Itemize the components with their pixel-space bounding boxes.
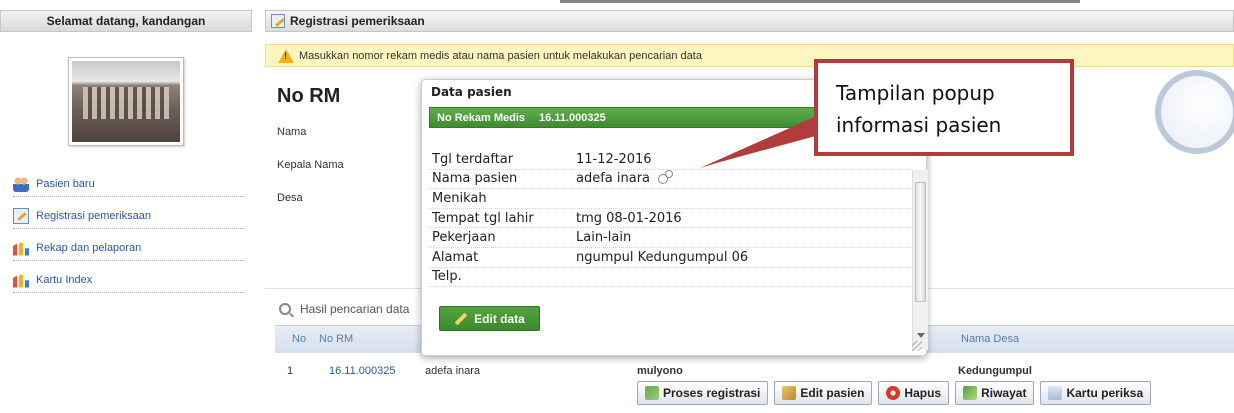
bar-chart-icon (13, 242, 29, 256)
cropped-top-text (0, 0, 1234, 4)
detail-label: Nama pasien (432, 171, 518, 187)
chevron-down-icon[interactable] (917, 333, 925, 338)
alert-text: Masukkan nomor rekam medis atau nama pas… (299, 49, 702, 62)
sidebar-item-registrasi[interactable]: Registrasi pemeriksaan (13, 197, 245, 229)
detail-value: Lain-lain (576, 230, 632, 246)
detail-value: adefa inara (576, 171, 651, 187)
button-label: Riwayat (981, 386, 1027, 400)
page-title: Registrasi pemeriksaan (290, 14, 425, 28)
detail-row: Tempat tgl lahir tmg 08-01-2016 (429, 209, 912, 229)
popup-title: Data pasien (431, 85, 512, 99)
detail-label: Tempat tgl lahir (432, 210, 534, 226)
detail-value: tmg 08-01-2016 (576, 210, 682, 226)
bar-chart-icon (13, 274, 29, 288)
wrench-icon (454, 312, 468, 325)
search-icon (279, 303, 291, 315)
col-nama-desa: Nama Desa (961, 333, 1020, 345)
edit-pasien-button[interactable]: Edit pasien (774, 381, 873, 405)
label-nama: Nama (277, 126, 307, 138)
cell-no-rm-link[interactable]: 16.11.000325 (329, 365, 395, 377)
detail-row: Nama pasien adefa inara (429, 169, 912, 190)
detail-row: Telp. (429, 268, 912, 288)
rm-band-value: 16.11.000325 (539, 111, 606, 124)
results-title: Hasil pencarian data (300, 302, 410, 316)
users-icon (13, 175, 29, 192)
sidebar-item-label: Pasien baru (36, 177, 95, 190)
person-link-icon[interactable] (658, 169, 674, 184)
button-label: Edit pasien (800, 386, 865, 400)
info-alert: Masukkan nomor rekam medis atau nama pas… (265, 44, 1234, 67)
col-no: No (292, 333, 307, 345)
detail-label: Menikah (432, 190, 487, 206)
panel-titlebar: Registrasi pemeriksaan (265, 10, 1234, 32)
detail-label: Pekerjaan (432, 230, 496, 246)
scroll-thumb[interactable] (915, 182, 926, 302)
detail-value: 11-12-2016 (576, 151, 652, 167)
proses-registrasi-button[interactable]: Proses registrasi (637, 381, 769, 405)
edit-form-icon (13, 207, 29, 224)
kartu-periksa-button[interactable]: Kartu periksa (1040, 381, 1152, 405)
cell-no: 1 (287, 365, 294, 377)
detail-value: ngumpul Kedungumpul 06 (576, 249, 749, 265)
annotation-callout: Tampilan popup informasi pasien (814, 59, 1074, 156)
sidebar-item-label: Registrasi pemeriksaan (36, 209, 151, 222)
patient-details: Tgl terdaftar 11-12-2016 Nama pasien adefa… (429, 150, 912, 288)
warning-icon (278, 48, 294, 63)
building-image (72, 61, 180, 142)
row-actions: Proses registrasi Edit pasien Hapus Riwa… (637, 381, 1152, 405)
rm-band-label: No Rekam Medis (437, 111, 526, 124)
sidebar-item-label: Kartu Index (36, 273, 93, 286)
popup-scrollbar[interactable] (912, 170, 928, 350)
welcome-banner: Selamat datang, kandangan (0, 10, 252, 32)
label-kepala-nama: Kepala Nama (277, 159, 344, 171)
riwayat-button[interactable]: Riwayat (955, 381, 1035, 405)
process-icon (645, 386, 659, 400)
card-icon (1048, 386, 1063, 400)
hapus-button[interactable]: Hapus (878, 381, 950, 405)
search-magnifier-icon[interactable] (1155, 70, 1234, 154)
history-icon (963, 386, 978, 400)
button-label: Edit data (474, 311, 525, 326)
button-label: Hapus (904, 386, 942, 400)
sidebar-item-label: Rekap dan pelaporan (36, 241, 142, 254)
callout-line-1: Tampilan popup (836, 81, 995, 105)
sidebar-item-kartu-index[interactable]: Kartu Index (13, 261, 245, 293)
sidebar-item-pasien-baru[interactable]: Pasien baru (13, 165, 245, 197)
sidebar-item-rekap[interactable]: Rekap dan pelaporan (13, 229, 245, 261)
wrench-icon (782, 386, 797, 400)
detail-label: Alamat (432, 249, 479, 265)
edit-data-button[interactable]: Edit data (439, 306, 540, 331)
edit-form-icon (271, 14, 285, 28)
button-label: Kartu periksa (1066, 386, 1144, 400)
cell-nama: adefa inara (425, 365, 481, 377)
detail-row: Alamat ngumpul Kedungumpul 06 (429, 248, 912, 268)
callout-text: Tampilan popup informasi pasien (836, 77, 1066, 141)
cell-kepala: mulyono (637, 365, 683, 377)
col-no-rm: No RM (319, 333, 354, 345)
delete-icon (886, 386, 901, 400)
callout-line-2: informasi pasien (836, 113, 1002, 137)
detail-label: Telp. (432, 269, 462, 285)
facility-photo (68, 57, 184, 146)
detail-row: Menikah (429, 189, 912, 209)
results-header: Hasil pencarian data (279, 302, 409, 316)
detail-row: Pekerjaan Lain-lain (429, 228, 912, 248)
form-heading: No RM (277, 85, 341, 107)
detail-label: Tgl terdaftar (432, 151, 514, 167)
resize-handle[interactable] (912, 341, 922, 351)
detail-value-wrap: adefa inara (576, 169, 674, 187)
sidebar: Selamat datang, kandangan Pasien baru Re… (0, 10, 252, 413)
button-label: Proses registrasi (663, 386, 761, 400)
cell-desa: Kedungumpul (958, 365, 1032, 377)
label-desa: Desa (277, 192, 303, 204)
sidebar-nav: Pasien baru Registrasi pemeriksaan Rekap… (13, 165, 245, 293)
